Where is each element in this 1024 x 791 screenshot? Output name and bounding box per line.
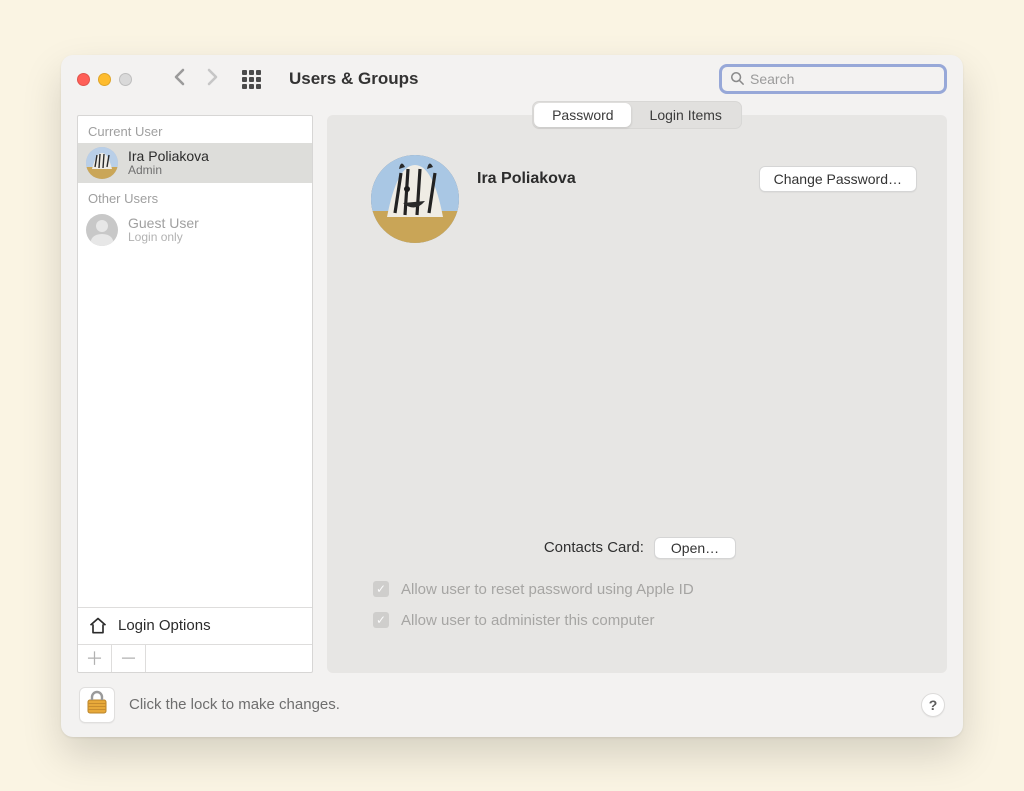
other-users-section-label: Other Users	[78, 183, 312, 210]
allow-admin-checkbox[interactable]: ✓	[373, 612, 389, 628]
home-icon	[88, 616, 108, 636]
lock-icon	[86, 690, 108, 719]
footer: Click the lock to make changes. ?	[61, 673, 963, 737]
open-contacts-button[interactable]: Open…	[654, 537, 736, 559]
minimize-window-button[interactable]	[98, 73, 111, 86]
user-name: Guest User	[128, 215, 199, 231]
users-sidebar: Current User Ira Poliakova Admin	[77, 115, 313, 673]
allow-admin-row: ✓ Allow user to administer this computer	[373, 612, 907, 629]
contacts-card-row: Contacts Card: Open…	[373, 537, 907, 559]
back-button[interactable]	[174, 68, 186, 90]
change-password-button[interactable]: Change Password…	[759, 166, 917, 192]
show-all-icon[interactable]	[242, 70, 261, 89]
allow-reset-checkbox[interactable]: ✓	[373, 581, 389, 597]
search-field[interactable]	[719, 64, 947, 94]
traffic-lights	[77, 73, 132, 86]
profile-name: Ira Poliakova	[477, 170, 741, 228]
user-role: Admin	[128, 164, 209, 178]
contacts-card-label: Contacts Card:	[544, 539, 644, 556]
sidebar-item-current-user[interactable]: Ira Poliakova Admin	[78, 143, 312, 183]
remove-user-button[interactable]: －	[112, 645, 146, 672]
user-name: Ira Poliakova	[128, 148, 209, 164]
profile-avatar[interactable]	[371, 155, 459, 243]
lock-hint-text: Click the lock to make changes.	[129, 696, 907, 713]
close-window-button[interactable]	[77, 73, 90, 86]
allow-admin-label: Allow user to administer this computer	[401, 612, 654, 629]
pane-title: Users & Groups	[289, 69, 705, 89]
tabs: Password Login Items	[532, 101, 742, 129]
search-icon	[730, 71, 744, 88]
main-panel: Password Login Items Ira Poliakova	[327, 115, 947, 673]
avatar	[86, 147, 118, 179]
nav-arrows	[174, 68, 218, 90]
profile-header: Ira Poliakova Change Password…	[327, 115, 947, 243]
allow-reset-label: Allow user to reset password using Apple…	[401, 581, 694, 598]
add-user-button[interactable]: ＋	[78, 645, 112, 672]
login-options-label: Login Options	[118, 617, 211, 634]
users-list: Current User Ira Poliakova Admin	[78, 116, 312, 607]
tab-login-items[interactable]: Login Items	[632, 103, 740, 127]
sidebar-item-guest-user[interactable]: Guest User Login only	[78, 210, 312, 250]
user-role: Login only	[128, 231, 199, 245]
titlebar: Users & Groups	[61, 55, 963, 105]
user-text: Guest User Login only	[128, 215, 199, 245]
forward-button[interactable]	[206, 68, 218, 90]
zoom-window-button[interactable]	[119, 73, 132, 86]
lock-button[interactable]	[79, 687, 115, 723]
user-text: Ira Poliakova Admin	[128, 148, 209, 178]
search-input[interactable]	[750, 71, 936, 87]
prefs-window: Users & Groups Current User	[61, 55, 963, 737]
login-options-button[interactable]: Login Options	[78, 607, 312, 644]
tab-password[interactable]: Password	[534, 103, 631, 127]
guest-avatar-icon	[86, 214, 118, 246]
options-block: Contacts Card: Open… ✓ Allow user to res…	[327, 537, 947, 673]
help-button[interactable]: ?	[921, 693, 945, 717]
add-remove-bar: ＋ －	[78, 644, 312, 672]
current-user-section-label: Current User	[78, 116, 312, 143]
allow-reset-row: ✓ Allow user to reset password using App…	[373, 581, 907, 598]
body: Current User Ira Poliakova Admin	[61, 105, 963, 673]
spacer	[146, 645, 312, 672]
